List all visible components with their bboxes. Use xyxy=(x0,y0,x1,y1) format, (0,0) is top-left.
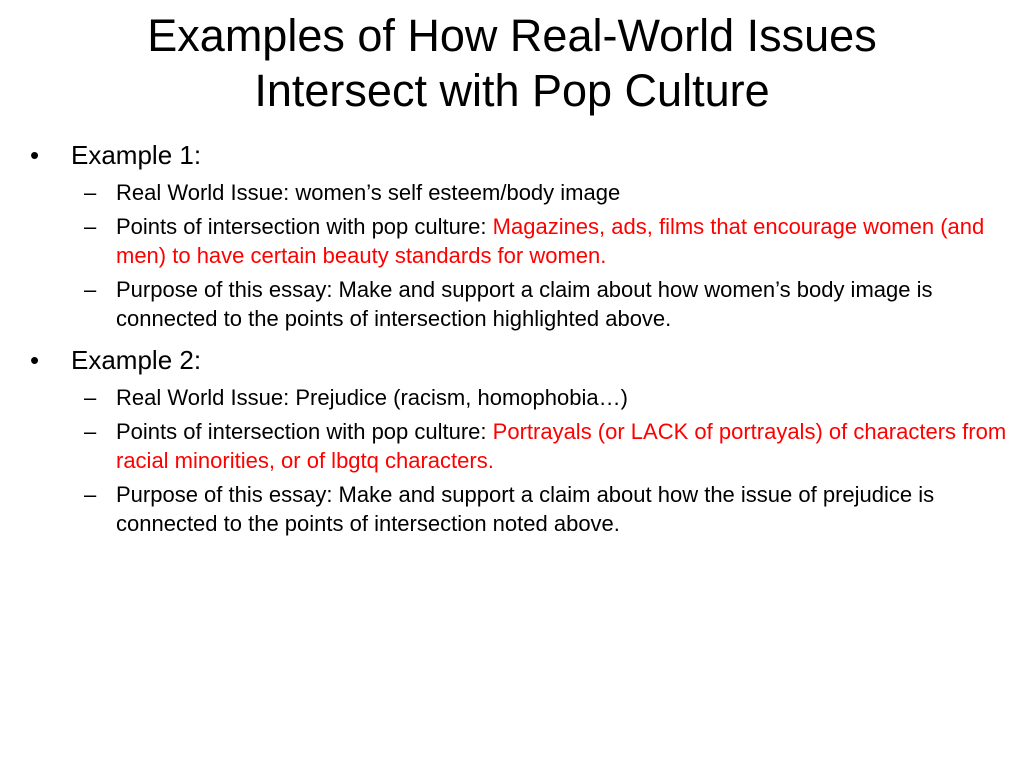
example-1-bullet: • Example 1: xyxy=(28,138,1008,172)
example-1-item-1: – Real World Issue: women’s self esteem/… xyxy=(28,178,1008,207)
example-2-item-3: – Purpose of this essay: Make and suppor… xyxy=(28,480,1008,538)
dash-icon: – xyxy=(84,180,97,205)
example-2-heading: Example 2: xyxy=(71,345,202,375)
slide-title: Examples of How Real-World Issues Inters… xyxy=(147,10,877,116)
bullet-icon: • xyxy=(30,345,40,375)
dash-icon: – xyxy=(84,385,97,410)
item-text: Purpose of this essay: Make and support … xyxy=(116,482,935,536)
example-1-item-2: – Points of intersection with pop cultur… xyxy=(28,212,1008,270)
bullet-icon: • xyxy=(30,140,40,170)
dash-icon: – xyxy=(84,419,97,444)
dash-icon: – xyxy=(84,214,97,239)
slide-content: • Example 1: – Real World Issue: women’s… xyxy=(28,138,1008,548)
item-text: Points of intersection with pop culture: xyxy=(116,214,493,239)
item-text: Purpose of this essay: Make and support … xyxy=(116,277,933,331)
example-1-item-3: – Purpose of this essay: Make and suppor… xyxy=(28,275,1008,333)
example-1-group: • Example 1: – Real World Issue: women’s… xyxy=(28,138,1008,333)
slide: Examples of How Real-World Issues Inters… xyxy=(0,0,1024,768)
example-2-item-2: – Points of intersection with pop cultur… xyxy=(28,417,1008,475)
item-text: Real World Issue: Prejudice (racism, hom… xyxy=(116,385,628,410)
example-2-group: • Example 2: – Real World Issue: Prejudi… xyxy=(28,343,1008,538)
item-text: Real World Issue: women’s self esteem/bo… xyxy=(116,180,621,205)
example-2-bullet: • Example 2: xyxy=(28,343,1008,377)
dash-icon: – xyxy=(84,277,97,302)
example-2-item-1: – Real World Issue: Prejudice (racism, h… xyxy=(28,383,1008,412)
example-1-heading: Example 1: xyxy=(71,140,202,170)
item-text: Points of intersection with pop culture: xyxy=(116,419,493,444)
dash-icon: – xyxy=(84,482,97,507)
